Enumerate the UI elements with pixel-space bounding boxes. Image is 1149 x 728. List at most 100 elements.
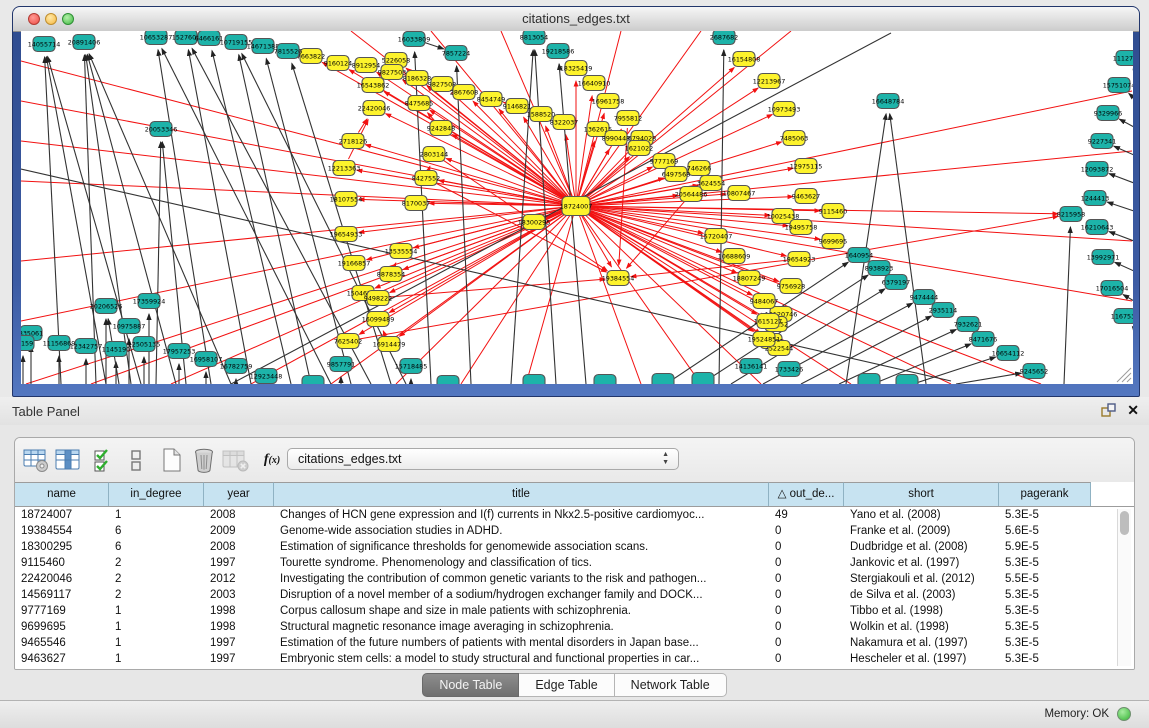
edge[interactable] (239, 55, 311, 384)
node[interactable]: 1733426 (775, 362, 803, 377)
node[interactable]: 1167533 (1111, 309, 1133, 324)
memory-status-indicator[interactable] (1117, 707, 1131, 721)
node[interactable]: 20053346 (145, 122, 178, 137)
tab-node-table[interactable]: Node Table (422, 673, 519, 697)
selected-node[interactable]: 19384554 (602, 271, 635, 286)
delete-table-button[interactable] (221, 445, 251, 475)
table-cell[interactable]: 5.6E-5 (999, 523, 1091, 539)
table-cell[interactable]: 19384554 (15, 523, 109, 539)
selected-edge[interactable] (21, 181, 566, 206)
edge[interactable] (1119, 119, 1133, 127)
node[interactable] (523, 375, 545, 385)
table-cell[interactable]: 1 (109, 603, 204, 619)
delete-column-button[interactable] (189, 445, 219, 475)
node[interactable]: 8215958 (1057, 207, 1085, 222)
node[interactable]: 10975887 (113, 319, 146, 334)
table-cell[interactable]: 18300295 (15, 539, 109, 555)
edge[interactable] (1132, 327, 1133, 329)
column-header-in_degree[interactable]: in_degree (109, 482, 204, 506)
edge[interactable] (162, 49, 331, 384)
network-canvas[interactable]: 1872400718300295193845547663822916012489… (21, 31, 1133, 384)
table-cell[interactable]: Estimation of the future numbers of pati… (274, 635, 769, 651)
new-column-button[interactable] (157, 445, 187, 475)
node[interactable] (692, 373, 714, 385)
selected-node[interactable]: 12213363 (328, 161, 361, 176)
selected-edge[interactable] (429, 166, 430, 168)
table-cell[interactable]: Hescheler et al. (1997) (844, 651, 999, 667)
table-scrollbar-thumb[interactable] (1120, 511, 1129, 535)
table-cell[interactable]: 0 (769, 587, 844, 603)
node[interactable]: 12093872 (1081, 162, 1114, 177)
table-cell[interactable]: 0 (769, 523, 844, 539)
selected-node[interactable]: 2803144 (420, 147, 448, 162)
table-row[interactable]: 946362711997Embryonic stem cells: a mode… (15, 651, 1134, 667)
node[interactable]: 12923448 (250, 369, 283, 384)
selected-node[interactable]: 8990448 (602, 131, 630, 146)
table-cell[interactable]: Jankovic et al. (1997) (844, 555, 999, 571)
selected-edge[interactable] (585, 210, 1041, 384)
node[interactable]: 8938923 (865, 261, 893, 276)
table-cell[interactable]: 0 (769, 555, 844, 571)
selected-node[interactable]: 16914479 (373, 337, 406, 352)
table-row[interactable]: 911546021997Tourette syndrome. Phenomeno… (15, 555, 1134, 571)
table-cell[interactable]: Nakamura et al. (1997) (844, 635, 999, 651)
edge[interactable] (46, 57, 106, 384)
node[interactable]: 7932621 (954, 317, 982, 332)
table-cell[interactable]: 0 (769, 619, 844, 635)
table-cell[interactable]: 1997 (204, 555, 274, 571)
edge[interactable] (1115, 262, 1133, 271)
table-cell[interactable]: de Silva et al. (2003) (844, 587, 999, 603)
table-settings-button[interactable] (21, 445, 51, 475)
selected-edge[interactable] (526, 216, 573, 384)
table-cell[interactable]: 1998 (204, 619, 274, 635)
edge[interactable] (1107, 202, 1133, 211)
edge[interactable] (87, 55, 176, 384)
table-cell[interactable]: 2009 (204, 523, 274, 539)
node[interactable]: 2935114 (929, 303, 957, 318)
table-cell[interactable]: 1 (109, 619, 204, 635)
table-cell[interactable]: Changes of HCN gene expression and I(f) … (274, 507, 769, 523)
selected-node[interactable]: 10973493 (768, 102, 801, 117)
table-cell[interactable]: 6 (109, 539, 204, 555)
table-cell[interactable]: 0 (769, 539, 844, 555)
node[interactable] (652, 374, 674, 385)
table-cell[interactable]: Estimation of significance thresholds fo… (274, 539, 769, 555)
node[interactable]: 17359924 (133, 294, 166, 309)
node[interactable]: 7857224 (442, 46, 470, 61)
node[interactable]: 16033809 (398, 32, 431, 47)
selected-node[interactable]: 16099489 (362, 312, 395, 327)
table-cell[interactable]: Embryonic stem cells: a model to study s… (274, 651, 769, 667)
edge[interactable] (873, 344, 971, 384)
table-row[interactable]: 977716911998Corpus callosum shape and si… (15, 603, 1134, 619)
selected-node[interactable]: 7955812 (614, 111, 642, 126)
node[interactable]: 7815526 (274, 44, 302, 59)
table-cell[interactable]: 5.3E-5 (999, 555, 1091, 571)
table-cell[interactable]: 0 (769, 603, 844, 619)
node[interactable]: 1145190 (102, 342, 130, 357)
column-header-short[interactable]: short (844, 482, 999, 506)
table-cell[interactable]: 0 (769, 571, 844, 587)
table-row[interactable]: 946554611997Estimation of the future num… (15, 635, 1134, 651)
table-cell[interactable]: 0 (769, 651, 844, 667)
edge[interactable] (1129, 94, 1133, 98)
selected-node[interactable]: 9242848 (427, 121, 455, 136)
node[interactable]: 14055714 (28, 37, 61, 52)
table-cell[interactable]: 9115460 (15, 555, 109, 571)
column-header-out_de[interactable]: △ out_de... (769, 482, 844, 506)
selected-edge[interactable] (26, 209, 566, 384)
node[interactable]: 39159 (21, 336, 34, 351)
selected-node[interactable]: 6497568 (662, 167, 690, 182)
selected-node[interactable]: 19166857 (338, 256, 371, 271)
table-cell[interactable]: 2008 (204, 539, 274, 555)
tab-edge-table[interactable]: Edge Table (519, 673, 614, 697)
selected-node[interactable]: 8170037 (402, 196, 430, 211)
edge[interactable] (890, 114, 926, 384)
table-cell[interactable]: 49 (769, 507, 844, 523)
selected-node[interactable]: 8878354 (377, 267, 405, 282)
node[interactable]: 13992971 (1087, 250, 1120, 265)
table-cell[interactable]: 9463627 (15, 651, 109, 667)
selected-edge[interactable] (577, 96, 592, 196)
node[interactable]: 1112747 (1113, 51, 1133, 66)
table-cell[interactable]: 1997 (204, 651, 274, 667)
selected-node[interactable]: 8427552 (412, 171, 440, 186)
